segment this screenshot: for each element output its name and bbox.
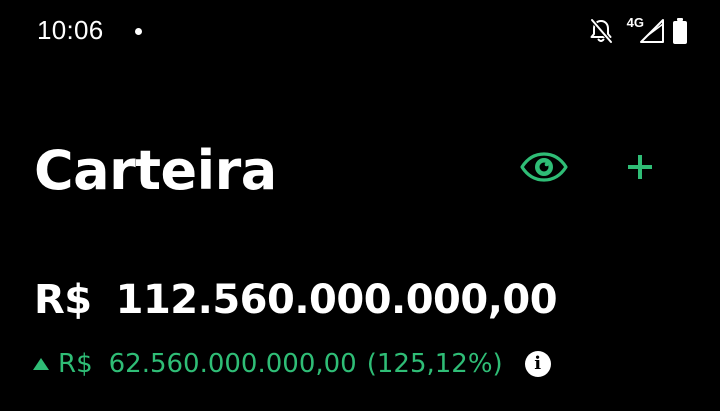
change-percent: (125,12%) <box>366 349 503 379</box>
plus-icon <box>628 155 652 179</box>
page-title: Carteira <box>34 139 277 202</box>
balance-amount: 112.560.000.000,00 <box>115 277 558 323</box>
info-button[interactable]: i <box>524 351 551 377</box>
balance-currency: R$ <box>34 277 92 323</box>
eye-icon <box>520 152 568 182</box>
status-time: 10:06 <box>37 15 104 45</box>
toggle-visibility-button[interactable] <box>516 142 572 192</box>
bell-off-icon <box>590 18 613 44</box>
total-balance: R$ 112.560.000.000,00 <box>34 268 558 332</box>
change-currency: R$ <box>58 349 93 379</box>
notification-dot-icon <box>135 28 142 35</box>
status-bar: 10:06 4G <box>0 0 720 64</box>
info-icon: i <box>534 353 542 374</box>
status-icons: 4G <box>589 14 688 48</box>
balance-change: R$ 62.560.000.000,00 (125,12%) i <box>32 340 551 388</box>
add-button[interactable] <box>612 142 668 192</box>
battery-icon <box>673 18 687 44</box>
arrow-up-icon <box>33 358 49 370</box>
network-type-label: 4G <box>626 14 644 30</box>
change-amount: 62.560.000.000,00 <box>108 349 357 379</box>
